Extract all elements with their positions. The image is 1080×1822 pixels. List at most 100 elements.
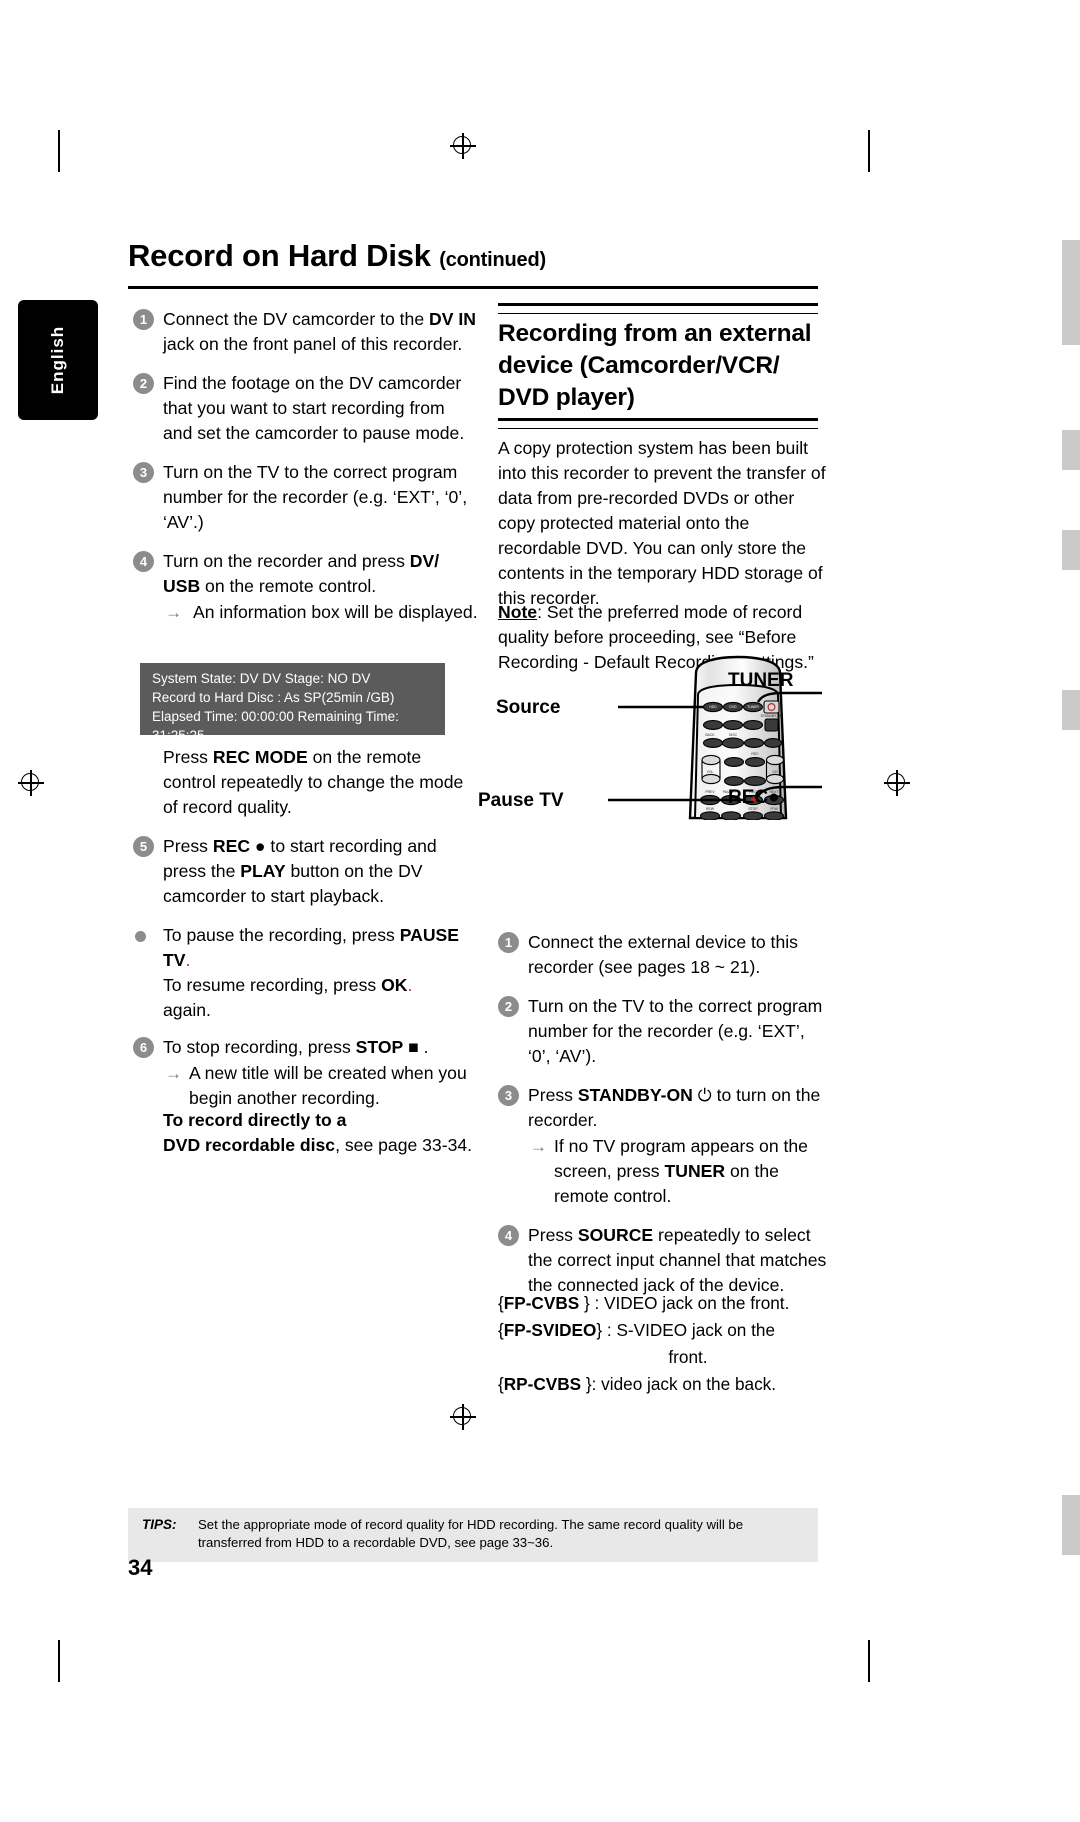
step-item: 4 Press SOURCE repeatedly to select the … — [498, 1223, 830, 1298]
step-number: 2 — [133, 373, 154, 394]
step-substep: → If no TV program appears on the screen… — [528, 1134, 830, 1209]
arrow-icon: → — [530, 1137, 547, 1156]
substep-text: If no TV program appears on the screen, … — [554, 1136, 808, 1206]
right-steps: 1 Connect the external device to this re… — [498, 930, 830, 1312]
jack-line: {RP-CVBS }: video jack on the back. — [498, 1374, 777, 1394]
step-number: 3 — [133, 462, 154, 483]
pause-bullet-item: To pause the recording, press PAUSE TV. T… — [133, 923, 478, 1023]
rec-dot-icon: ● — [768, 787, 780, 808]
tips-text: Set the appropriate mode of record quali… — [198, 1517, 744, 1550]
step-text: Find the footage on the DV camcorder tha… — [163, 373, 465, 443]
step-text: Connect the external device to this reco… — [528, 932, 798, 977]
crop-mark-bottom-right — [868, 1640, 870, 1682]
svg-text:CH: CH — [773, 770, 778, 774]
tips-label: TIPS: — [142, 1517, 177, 1532]
title-divider — [128, 286, 818, 289]
step-number: 5 — [133, 836, 154, 857]
display-line-1: System State: DV DV Stage: NO DV — [152, 671, 371, 686]
display-line-3: Elapsed Time: 00:00:00 Remaining Time: 3… — [152, 709, 399, 743]
page-number: 34 — [128, 1555, 153, 1580]
rec-mode-paragraph: Press REC MODE on the remote control rep… — [163, 747, 464, 817]
display-line-2: Record to Hard Disc : As SP(25min /GB) — [152, 690, 395, 705]
svg-text:STANDBY-ON: STANDBY-ON — [761, 714, 783, 718]
left-column: 1 Connect the DV camcorder to the DV IN … — [133, 307, 478, 627]
crop-mark-bottom-left — [58, 1640, 60, 1682]
step-text: Turn on the TV to the correct program nu… — [163, 462, 468, 532]
label-rec-text: REC — [728, 787, 769, 808]
step-number: 3 — [498, 1085, 519, 1106]
bullet-text: To pause the recording, press PAUSE TV. T… — [163, 925, 459, 1020]
display-info-box: System State: DV DV Stage: NO DV Record … — [140, 663, 445, 743]
right-heading: Recording from an external device (Camco… — [498, 320, 812, 411]
direct-record-text: To record directly to a DVD recordable di… — [163, 1110, 473, 1155]
registration-mark-top — [450, 133, 476, 159]
svg-text:+: + — [774, 763, 776, 767]
jack-line: front. — [668, 1347, 708, 1367]
step-number: 6 — [133, 1037, 154, 1058]
jack-line: {FP-SVIDEO} : S-VIDEO jack on the — [498, 1320, 776, 1340]
step-item: 2 Find the footage on the DV camcorder t… — [133, 371, 478, 446]
label-tuner: TUNER — [728, 670, 794, 691]
svg-text:DVD: DVD — [729, 705, 737, 709]
step-text: Press STANDBY-ON ⏻ to turn on the record… — [528, 1085, 821, 1130]
arrow-icon: → — [165, 603, 182, 622]
svg-text:HDD: HDD — [709, 705, 717, 709]
tips-footer: TIPS: Set the appropriate mode of record… — [128, 1508, 818, 1562]
language-tab-label: English — [48, 325, 67, 395]
direct-record-note: To record directly to a DVD recordable di… — [163, 1108, 483, 1158]
step-number: 4 — [498, 1225, 519, 1246]
svg-text:PREV: PREV — [705, 790, 715, 794]
substep-text: A new title will be created when you beg… — [189, 1063, 467, 1108]
step-text: To stop recording, press STOP ■ . — [163, 1037, 429, 1057]
edge-bleed-bar-3 — [1062, 530, 1080, 570]
registration-mark-left — [18, 770, 44, 796]
step-item: 2 Turn on the TV to the correct program … — [498, 994, 830, 1069]
edge-bleed-bar-5 — [1062, 1495, 1080, 1555]
step-number: 4 — [133, 551, 154, 572]
remote-control-diagram: HDD DVD TUNER STANDBY-ON BACK DISC REC +… — [470, 655, 830, 821]
step-text: Turn on the recorder and press DV/ USB o… — [163, 551, 440, 596]
edge-bleed-bar-4 — [1062, 690, 1080, 730]
step-item: 6 To stop recording, press STOP ■ . → A … — [133, 1035, 478, 1111]
registration-mark-right — [884, 770, 910, 796]
svg-text:REC: REC — [751, 752, 759, 756]
jack-line: {FP-CVBS } : VIDEO jack on the front. — [498, 1293, 790, 1313]
right-body-paragraph: A copy protection system has been built … — [498, 438, 826, 608]
step-substep: → An information box will be displayed. — [163, 600, 478, 625]
step-item: 1 Connect the DV camcorder to the DV IN … — [133, 307, 478, 357]
step-number: 2 — [498, 996, 519, 1017]
registration-mark-bottom — [450, 1404, 476, 1430]
jack-legend: {FP-CVBS } : VIDEO jack on the front. {F… — [498, 1290, 838, 1398]
step-text: Press SOURCE repeatedly to select the co… — [528, 1225, 827, 1295]
bullet-dot-icon — [135, 931, 146, 942]
step-text: Connect the DV camcorder to the DV IN ja… — [163, 309, 476, 354]
crop-mark-top-left — [58, 130, 60, 172]
svg-text:BACK: BACK — [705, 733, 715, 737]
step-item: 4 Turn on the recorder and press DV/ USB… — [133, 549, 478, 625]
crop-mark-top-right — [868, 130, 870, 172]
right-heading-bottom-rule — [498, 418, 818, 429]
arrow-icon: → — [165, 1064, 182, 1083]
substep-text: An information box will be displayed. — [193, 602, 478, 622]
step-substep: → A new title will be created when you b… — [163, 1061, 478, 1111]
svg-text:+: + — [709, 763, 711, 767]
svg-text:REW: REW — [706, 807, 715, 811]
right-heading-top-rule — [498, 303, 818, 314]
edge-bleed-bar-1 — [1062, 240, 1080, 345]
page-title-main: Record on Hard Disk — [128, 238, 431, 273]
manual-page: English Record on Hard Disk (continued) … — [0, 0, 1080, 1822]
step-text: Turn on the TV to the correct program nu… — [528, 996, 823, 1066]
page-title-suffix: (continued) — [439, 249, 546, 271]
step-item: 3 Press STANDBY-ON ⏻ to turn on the reco… — [498, 1083, 830, 1209]
language-tab: English — [18, 300, 98, 420]
svg-text:TUNER: TUNER — [747, 705, 759, 709]
label-source: Source — [496, 697, 561, 718]
svg-text:VOL: VOL — [707, 770, 714, 774]
edge-bleed-bar-2 — [1062, 430, 1080, 470]
label-rec: REC● — [728, 787, 780, 809]
step-item: 3 Turn on the TV to the correct program … — [133, 460, 478, 535]
step-text: Press REC ● to start recording and press… — [163, 836, 437, 906]
left-column-lower: Press REC MODE on the remote control rep… — [133, 745, 478, 1111]
step-item: 1 Connect the external device to this re… — [498, 930, 830, 980]
step-number: 1 — [133, 309, 154, 330]
